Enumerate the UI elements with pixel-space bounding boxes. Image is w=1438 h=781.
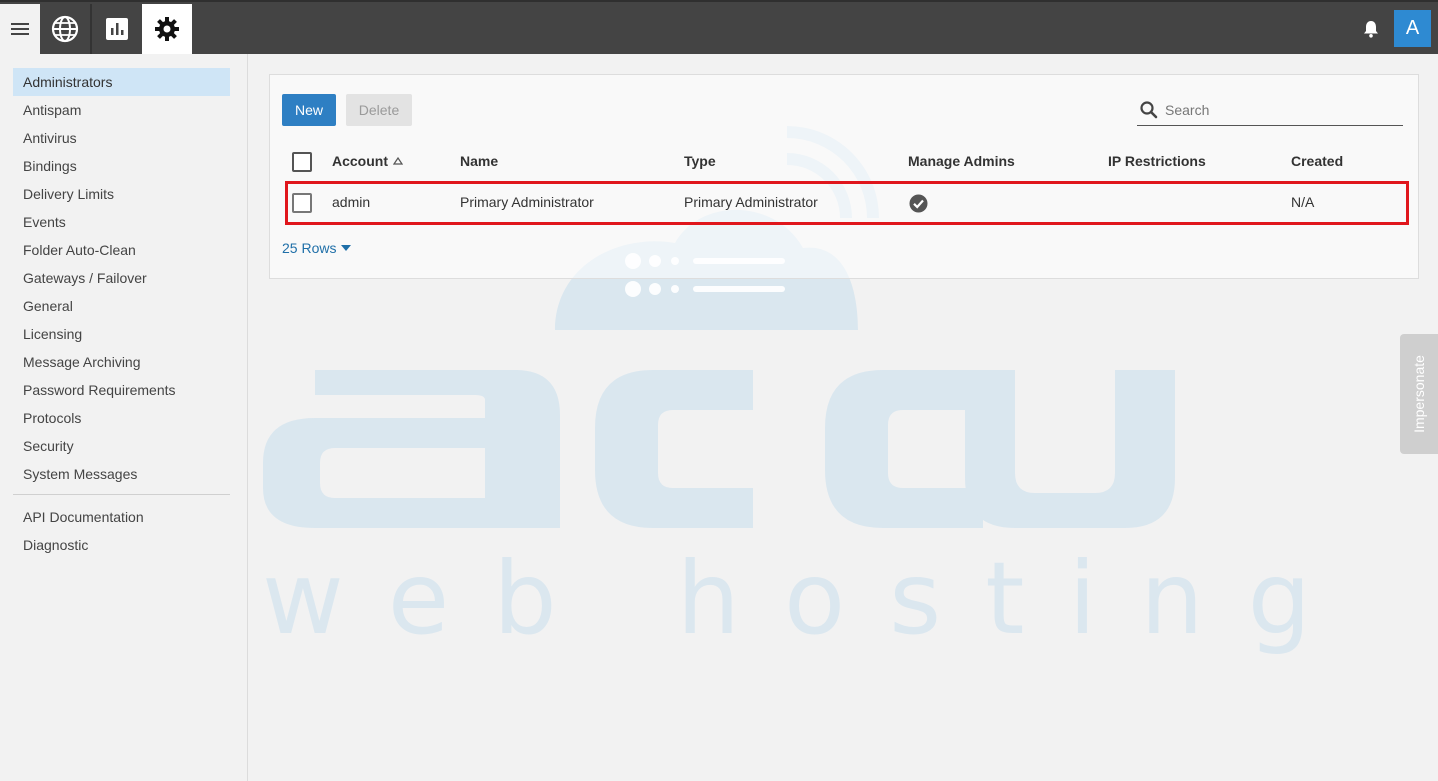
sidebar-item-api-documentation[interactable]: API Documentation: [13, 503, 230, 531]
sidebar-item-system-messages[interactable]: System Messages: [13, 460, 230, 488]
sidebar-item-administrators[interactable]: Administrators: [13, 68, 230, 96]
top-bar: A: [0, 0, 1438, 54]
sidebar-item-gateways-failover[interactable]: Gateways / Failover: [13, 264, 230, 292]
sidebar-item-licensing[interactable]: Licensing: [13, 320, 230, 348]
search-icon: [1140, 101, 1158, 119]
sort-ascending-icon: [393, 157, 403, 165]
avatar[interactable]: A: [1394, 10, 1431, 47]
gear-icon[interactable]: [142, 4, 192, 54]
sidebar-item-message-archiving[interactable]: Message Archiving: [13, 348, 230, 376]
sidebar-divider: [13, 494, 230, 495]
chart-icon[interactable]: [91, 4, 141, 54]
menu-icon[interactable]: [0, 4, 40, 54]
sidebar-item-diagnostic[interactable]: Diagnostic: [13, 531, 230, 559]
search-box[interactable]: [1137, 95, 1403, 126]
sidebar-item-antispam[interactable]: Antispam: [13, 96, 230, 124]
sidebar-item-antivirus[interactable]: Antivirus: [13, 124, 230, 152]
sidebar-item-folder-auto-clean[interactable]: Folder Auto-Clean: [13, 236, 230, 264]
column-header-type[interactable]: Type: [684, 153, 716, 169]
rows-per-page-select[interactable]: 25 Rows: [282, 240, 352, 256]
column-header-account[interactable]: Account: [332, 153, 403, 169]
column-header-created[interactable]: Created: [1291, 153, 1343, 169]
cell-name: Primary Administrator: [460, 194, 594, 210]
bell-icon[interactable]: [1360, 16, 1382, 42]
column-header-manage-admins[interactable]: Manage Admins: [908, 153, 1015, 169]
check-circle-icon: [909, 194, 928, 213]
sidebar: Administrators Antispam Antivirus Bindin…: [0, 54, 248, 781]
cell-type: Primary Administrator: [684, 194, 818, 210]
sidebar-item-bindings[interactable]: Bindings: [13, 152, 230, 180]
globe-icon[interactable]: [40, 4, 90, 54]
administrators-panel: New Delete Account Name Type Manage Admi…: [269, 74, 1419, 279]
select-all-checkbox[interactable]: [292, 152, 312, 172]
impersonate-tab[interactable]: Impersonate: [1400, 334, 1438, 454]
column-header-ip-restrictions[interactable]: IP Restrictions: [1108, 153, 1206, 169]
sidebar-item-security[interactable]: Security: [13, 432, 230, 460]
rows-per-page-label: 25 Rows: [282, 240, 337, 256]
watermark-tagline: web hosting: [262, 540, 1356, 657]
caret-down-icon: [341, 245, 352, 251]
row-highlight-annotation: [285, 181, 1409, 225]
sidebar-item-password-requirements[interactable]: Password Requirements: [13, 376, 230, 404]
column-header-name[interactable]: Name: [460, 153, 498, 169]
new-button[interactable]: New: [282, 94, 336, 126]
impersonate-label: Impersonate: [1411, 355, 1427, 433]
row-checkbox[interactable]: [292, 193, 312, 213]
search-input[interactable]: [1165, 102, 1395, 118]
sidebar-item-delivery-limits[interactable]: Delivery Limits: [13, 180, 230, 208]
cell-created: N/A: [1291, 194, 1315, 210]
cell-account: admin: [332, 194, 371, 210]
column-header-label: Account: [332, 153, 388, 169]
sidebar-item-general[interactable]: General: [13, 292, 230, 320]
sidebar-item-events[interactable]: Events: [13, 208, 230, 236]
delete-button[interactable]: Delete: [346, 94, 412, 126]
sidebar-item-protocols[interactable]: Protocols: [13, 404, 230, 432]
